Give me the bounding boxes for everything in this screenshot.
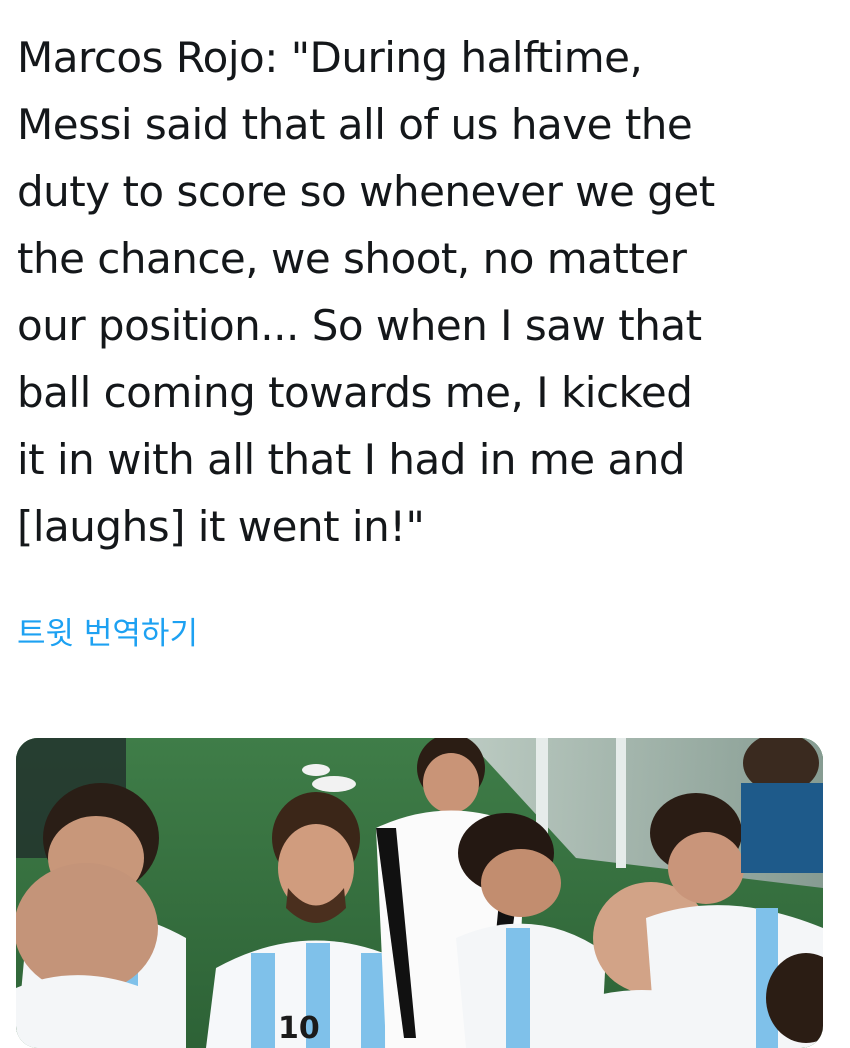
- jersey-number: 10: [278, 1011, 320, 1046]
- translate-tweet-link[interactable]: 트윗 번역하기: [17, 612, 198, 656]
- tweet-media-image[interactable]: 10: [16, 738, 823, 1048]
- team-huddle-photo: 10: [16, 738, 823, 1048]
- tweet-text: Marcos Rojo: "During halftime, Messi sai…: [17, 33, 715, 551]
